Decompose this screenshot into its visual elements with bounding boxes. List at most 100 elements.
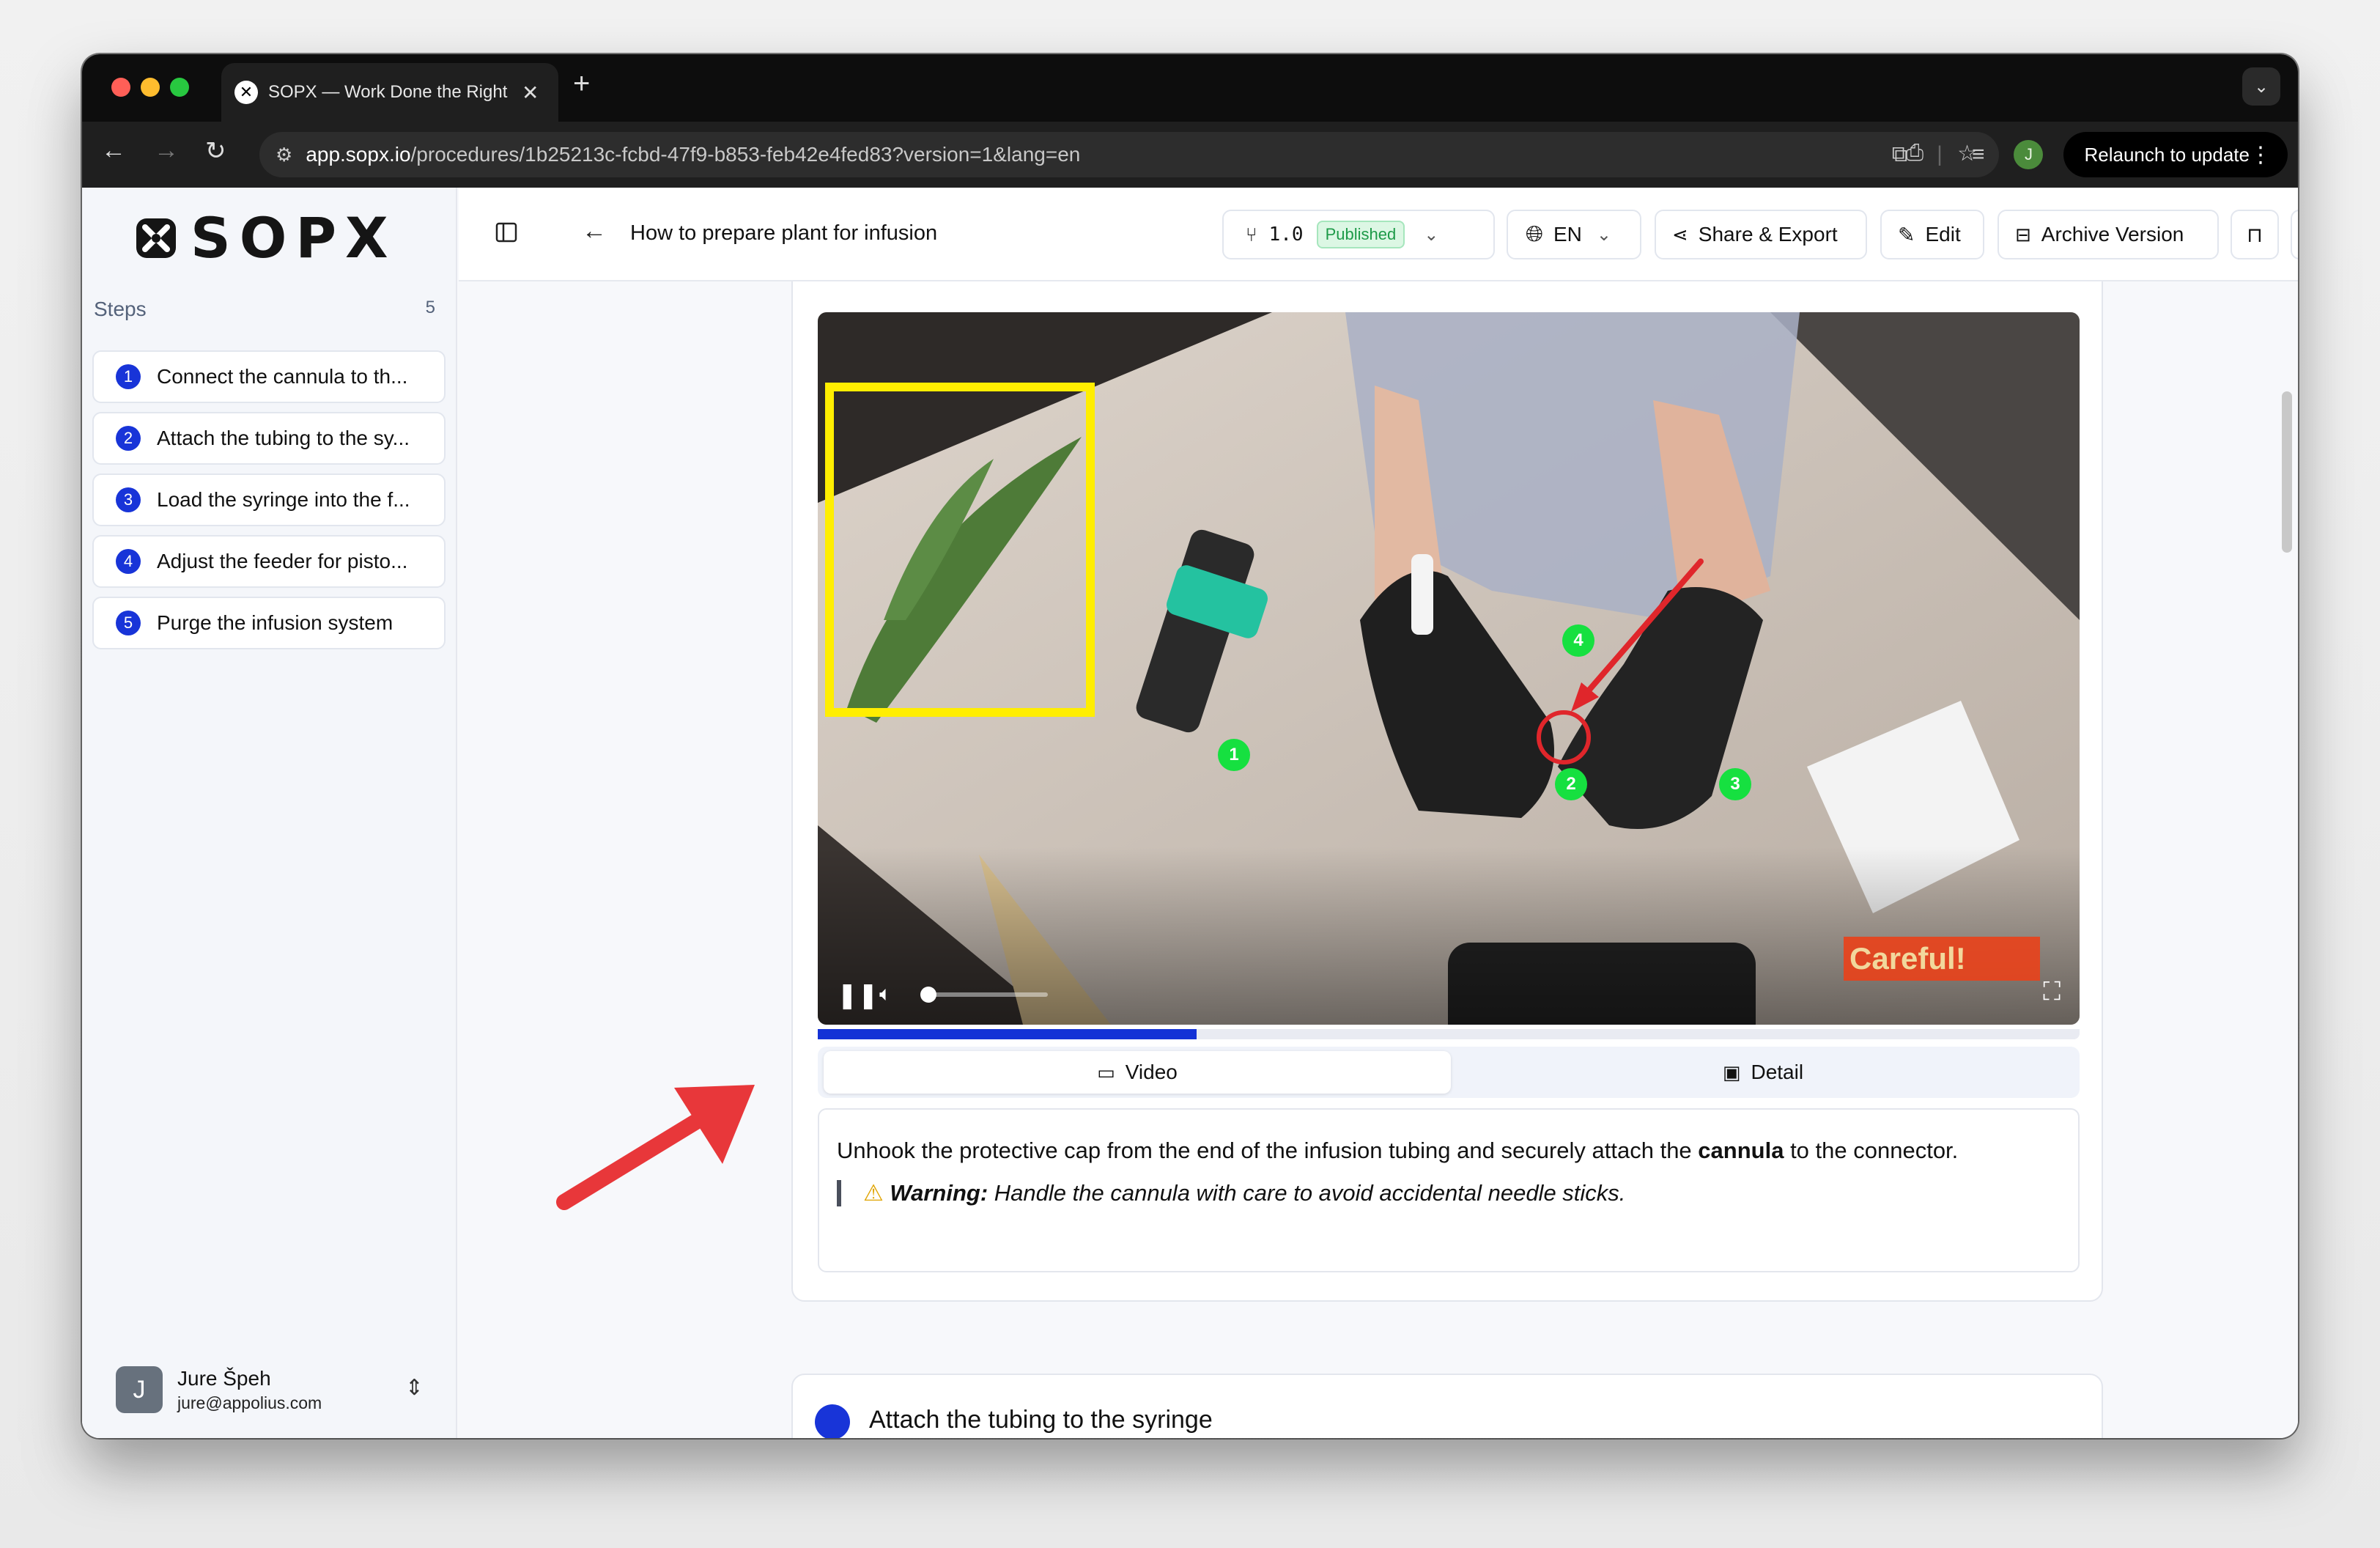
relaunch-button[interactable]: Relaunch to update ⋮ [2063,132,2288,177]
logo-wordmark: SOPX [191,205,397,270]
warning-callout: ⚠ Warning: Handle the cannula with care … [837,1180,2061,1206]
step-number: 3 [116,487,141,512]
page-title: How to prepare plant for infusion [630,221,938,245]
version-dropdown[interactable]: ⑂ 1.0 Published ⌄ [1222,210,1495,259]
zoom-window-button[interactable] [170,78,189,97]
description-text-end: to the connector. [1784,1138,1959,1163]
step-label: Purge the infusion system [157,611,393,634]
forward-icon[interactable]: → [154,136,179,165]
step-label: Attach the tubing to the sy... [157,427,410,449]
step-number: 1 [116,364,141,389]
minimize-window-button[interactable] [141,78,160,97]
step-card-1: 1 2 3 4 Careful! ❚❚ 🔈︎ ⛶ ▭︎ Video ▣ Deta… [791,281,2103,1302]
sidebar-step-4[interactable]: 4 Adjust the feeder for pisto... [92,535,446,588]
archive-version-button[interactable]: ⊟ Archive Version [1998,210,2219,259]
careful-overlay-label: Careful! [1844,937,2040,981]
more-vert-icon: ⋮ [2250,143,2272,167]
user-avatar: J [116,1366,163,1413]
step-label: Load the syringe into the f... [157,488,410,511]
sopx-logo[interactable]: SOPX [133,205,397,270]
step-card-2: Attach the tubing to the syringe [791,1374,2103,1438]
mute-icon[interactable]: 🔈︎ [879,982,892,1006]
tab-detail[interactable]: ▣ Detail [1449,1051,2077,1094]
browser-window: ✕ SOPX — Work Done the Right ✕ + ⌄ ← → ↻… [82,54,2298,1438]
content-scrollbar[interactable] [2282,391,2292,553]
video-marker-1: 1 [1218,739,1250,771]
sidebar-toggle-icon[interactable] [495,221,517,243]
video-progress-bar[interactable] [818,1029,2080,1039]
share-export-button[interactable]: ⋖ Share & Export [1655,210,1867,259]
address-bar[interactable]: ⚙ app.sopx.io/procedures/1b25213c-fcbd-4… [259,132,1999,177]
profile-avatar[interactable]: J [2014,140,2044,169]
steps-header: Steps 5 [94,298,446,321]
steps-count: 5 [425,298,435,317]
tab-strip: ✕ SOPX — Work Done the Right ✕ + ⌄ [82,54,2298,122]
pause-icon[interactable]: ❚❚ [837,981,879,1010]
warning-label: Warning: [890,1180,988,1206]
site-settings-icon[interactable]: ⚙ [276,144,292,166]
description-text: Unhook the protective cap from the end o… [837,1138,1699,1163]
annotation-arrow-icon [556,1085,755,1210]
app-root: SOPX Steps 5 1 Connect the cannula to th… [82,188,2298,1438]
globe-icon: 🌐︎ [1526,222,1543,246]
user-email: jure@appolius.com [177,1393,322,1412]
close-window-button[interactable] [111,78,130,97]
edit-button[interactable]: ✎ Edit [1880,210,1984,259]
url-host: app.sopx.io [306,143,411,166]
branch-icon: ⑂ [1246,223,1257,246]
version-number: 1.0 [1268,224,1304,246]
step-number: 2 [116,426,141,451]
video-marker-3: 3 [1719,768,1751,800]
browser-toolbar: ← → ↻ ⚙ app.sopx.io/procedures/1b25213c-… [82,122,2298,188]
step-number: 4 [116,549,141,574]
step-description: Unhook the protective cap from the end o… [818,1108,2080,1272]
volume-slider[interactable] [920,987,1048,1003]
chevron-down-icon: ⌄ [1596,224,1612,245]
more-options-button[interactable]: ⋯ [2291,210,2298,259]
language-dropdown[interactable]: 🌐︎ EN ⌄ [1507,210,1641,259]
image-icon: ▣ [1722,1061,1741,1083]
back-arrow-icon[interactable]: ← [582,217,607,246]
tab-video-label: Video [1125,1061,1178,1083]
edit-label: Edit [1925,223,1961,246]
bookmark-button[interactable]: ⊓ [2231,210,2279,259]
warning-icon: ⚠ [863,1180,884,1206]
step-card-title: Attach the tubing to the syringe [869,1406,1213,1434]
sidebar-step-3[interactable]: 3 Load the syringe into the f... [92,473,446,526]
video-camera-icon: ▭︎ [1097,1061,1115,1083]
archive-label: Archive Version [2041,223,2184,246]
procedure-content: 1 2 3 4 Careful! ❚❚ 🔈︎ ⛶ ▭︎ Video ▣ Deta… [459,281,2298,1438]
fullscreen-icon[interactable]: ⛶ [2043,978,2061,1006]
new-tab-icon[interactable]: + [573,67,590,100]
sidebar-step-5[interactable]: 5 Purge the infusion system [92,597,446,649]
video-frame-image [818,312,2080,1025]
sidebar-step-1[interactable]: 1 Connect the cannula to th... [92,350,446,403]
back-icon[interactable]: ← [101,136,126,165]
extensions-icon[interactable]: ⧉ [1892,142,1907,167]
pencil-icon: ✎ [1898,223,1915,246]
share-label: Share & Export [1698,223,1838,246]
user-menu[interactable]: J Jure Špeh jure@appolius.com ⇕ [116,1360,438,1419]
step-video-player[interactable]: 1 2 3 4 Careful! ❚❚ 🔈︎ ⛶ [818,312,2080,1025]
media-controls-icon[interactable]: ≡ [1972,142,1985,167]
step-number: 5 [116,611,141,635]
video-marker-2: 2 [1555,768,1587,800]
tab-video[interactable]: ▭︎ Video [824,1051,1451,1094]
step-label: Connect the cannula to th... [157,365,408,388]
description-bold: cannula [1698,1138,1784,1163]
chevron-down-icon: ⌄ [1424,224,1439,245]
bookmark-icon: ⊓ [2247,223,2263,246]
procedure-header: ← How to prepare plant for infusion ⑂ 1.… [459,188,2298,281]
video-marker-4: 4 [1562,624,1594,657]
sopx-logo-icon [136,218,176,258]
step-label: Adjust the feeder for pisto... [157,550,408,572]
tab-search-icon[interactable]: ⌄ [2242,67,2280,106]
tab-title: SOPX — Work Done the Right [268,82,508,102]
volume-slider-handle[interactable] [920,987,936,1003]
browser-tab[interactable]: ✕ SOPX — Work Done the Right ✕ [221,63,558,122]
close-tab-icon[interactable]: ✕ [522,81,539,105]
archive-icon: ⊟ [2015,223,2031,246]
sidebar-step-2[interactable]: 2 Attach the tubing to the sy... [92,412,446,465]
language-label: EN [1553,223,1582,246]
reload-icon[interactable]: ↻ [205,136,226,166]
